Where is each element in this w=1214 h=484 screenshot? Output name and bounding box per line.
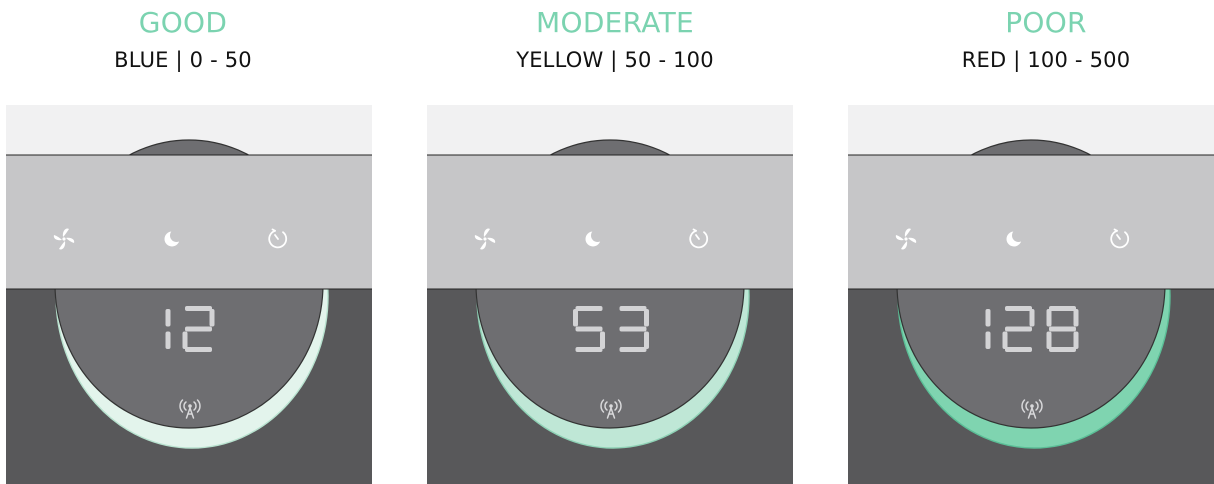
air-purifier-panel: 12 [6,105,372,484]
status-header: POOR RED | 100 - 500 [846,0,1214,74]
air-quality-level: GOOD [138,6,228,39]
status-header: GOOD BLUE | 0 - 50 [0,0,383,74]
air-purifier-panel: 128 [848,105,1214,484]
status-header: MODERATE YELLOW | 50 - 100 [415,0,815,74]
air-quality-range: BLUE | 0 - 50 [114,48,252,72]
control-band [427,155,793,289]
air-quality-range: RED | 100 - 500 [961,48,1131,72]
control-band [848,155,1214,289]
air-quality-range: YELLOW | 50 - 100 [516,48,714,72]
air-purifier-panel: 53 [427,105,793,484]
air-quality-level: POOR [1005,6,1087,39]
control-band [6,155,372,289]
air-quality-level: MODERATE [536,6,694,39]
